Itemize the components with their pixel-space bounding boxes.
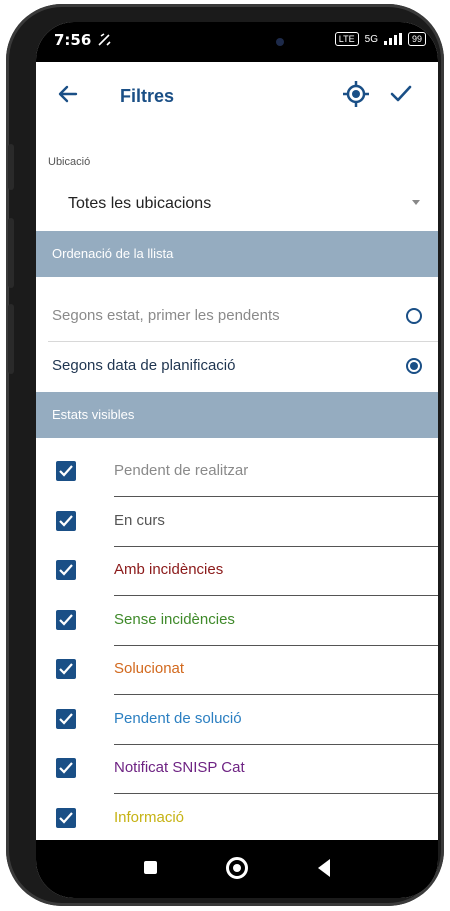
back-arrow-icon[interactable]	[56, 82, 80, 106]
battery-icon: 99	[407, 32, 426, 46]
location-label: Ubicació	[48, 156, 91, 168]
status-bar: 7:56 LTE 5G 99	[36, 22, 438, 62]
sort-option-label: Segons estat, primer les pendents	[52, 307, 280, 324]
state-filter-label: Amb incidències	[114, 561, 224, 578]
page-title: Filtres	[120, 86, 175, 106]
state-filter-row[interactable]: Notificat SNISP Cat	[36, 745, 438, 794]
checkbox-checked-icon[interactable]	[56, 807, 76, 828]
screen: 7:56 LTE 5G 99 Filtres Ubicació Totes le…	[36, 22, 438, 898]
navigation-bar	[36, 840, 438, 898]
notification-icon	[98, 33, 111, 46]
app-bar: Filtres	[36, 62, 438, 126]
my-location-icon[interactable]	[342, 80, 370, 108]
back-button[interactable]	[318, 859, 330, 877]
sort-option-planning-date[interactable]: Segons data de planificació	[36, 342, 438, 391]
status-time: 7:56	[54, 31, 92, 49]
home-button[interactable]	[226, 857, 248, 879]
state-filter-row[interactable]: Pendent de realitzar	[36, 448, 438, 497]
system-icons: LTE 5G 99	[334, 32, 426, 46]
confirm-check-icon[interactable]	[388, 81, 414, 107]
side-button	[8, 304, 14, 374]
camera-dot	[276, 38, 284, 46]
side-button	[8, 218, 14, 288]
checkbox-checked-icon[interactable]	[56, 461, 76, 481]
state-filter-label: Solucionat	[114, 660, 185, 677]
checkbox-checked-icon[interactable]	[56, 609, 76, 630]
checkbox-checked-icon[interactable]	[56, 758, 76, 778]
radio-unselected-icon[interactable]	[406, 308, 422, 324]
states-section-header: Estats visibles	[36, 392, 438, 438]
radio-selected-icon[interactable]	[406, 358, 422, 374]
state-filter-row[interactable]: Amb incidències	[36, 547, 438, 596]
checkbox-checked-icon[interactable]	[56, 659, 76, 679]
state-filter-label: Notificat SNISP Cat	[114, 759, 245, 776]
sort-option-label: Segons data de planificació	[52, 357, 236, 374]
state-filter-row[interactable]: Solucionat	[36, 646, 438, 695]
state-filter-label: En curs	[114, 511, 165, 529]
state-filter-label: Sense incidències	[114, 610, 235, 628]
volte-icon: LTE	[334, 32, 359, 46]
state-filter-label: Pendent de realitzar	[114, 462, 249, 479]
location-dropdown[interactable]: Totes les ubicacions	[48, 180, 438, 228]
location-value: Totes les ubicacions	[68, 195, 212, 212]
states-header-label: Estats visibles	[52, 407, 135, 422]
recents-button[interactable]	[144, 861, 157, 874]
dropdown-caret-icon	[412, 200, 420, 205]
state-filter-label: Pendent de solució	[114, 709, 242, 727]
state-filter-row[interactable]: Informació	[36, 795, 438, 844]
sorting-section-header: Ordenació de la llista	[36, 231, 438, 277]
checkbox-checked-icon[interactable]	[56, 560, 76, 580]
camera-notch	[134, 22, 342, 62]
battery-level: 99	[411, 34, 422, 44]
state-filter-row[interactable]: Sense incidències	[36, 597, 438, 646]
checkbox-checked-icon[interactable]	[56, 708, 76, 729]
state-filter-row[interactable]: En curs	[36, 498, 438, 547]
state-filter-label: Informació	[114, 808, 185, 826]
signal-icon	[383, 33, 402, 45]
phone-frame: 7:56 LTE 5G 99 Filtres Ubicació Totes le…	[6, 4, 444, 906]
sorting-header-label: Ordenació de la llista	[52, 246, 174, 261]
checkbox-checked-icon[interactable]	[56, 510, 76, 531]
network-type: 5G	[364, 33, 378, 45]
sort-option-status[interactable]: Segons estat, primer les pendents	[36, 292, 438, 341]
side-button	[8, 144, 14, 190]
state-filter-row[interactable]: Pendent de solució	[36, 696, 438, 745]
